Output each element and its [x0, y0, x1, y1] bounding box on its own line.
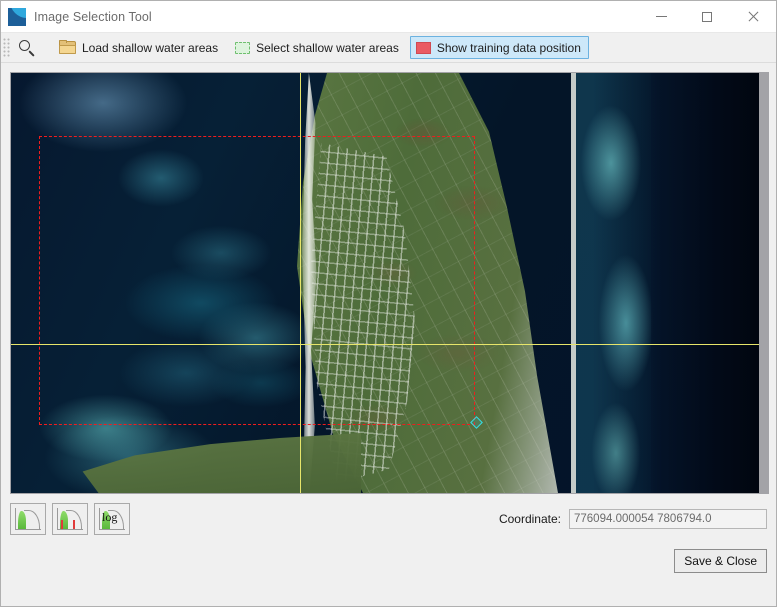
coordinate-group: Coordinate: [499, 509, 767, 529]
maximize-button[interactable] [684, 1, 730, 32]
green-selection-box-icon [235, 41, 251, 54]
toolbar-item-select-shallow-water-areas[interactable]: Select shallow water areas [229, 36, 407, 59]
maximize-icon [702, 11, 712, 22]
histogram-linear-button[interactable] [10, 503, 46, 535]
image-viewer-area [1, 63, 776, 494]
close-button[interactable] [730, 1, 776, 32]
minimize-icon [655, 16, 667, 17]
main-toolbar: Load shallow water areas Select shallow … [1, 33, 776, 63]
bottom-controls-row: log Coordinate: [10, 503, 767, 535]
histogram-log-button[interactable]: log [94, 503, 130, 535]
window-title: Image Selection Tool [34, 9, 152, 24]
title-bar: Image Selection Tool [1, 1, 776, 33]
toolbar-item-load-shallow-water-areas[interactable]: Load shallow water areas [53, 36, 226, 59]
image-frame [10, 72, 769, 494]
bottom-panel: log Coordinate: Save & Close [1, 494, 776, 606]
east-ocean-layer [651, 73, 759, 493]
histogram-icon [15, 508, 41, 530]
window-controls [638, 1, 776, 32]
satellite-image[interactable] [11, 73, 759, 493]
toolbar-item-show-training-data-position[interactable]: Show training data position [409, 36, 589, 59]
folder-icon [59, 39, 76, 55]
histogram-markers-button[interactable] [52, 503, 88, 535]
coordinate-label: Coordinate: [498, 512, 561, 526]
zoom-tool-button[interactable] [12, 36, 50, 59]
toolbar-item-label: Select shallow water areas [256, 40, 399, 55]
coordinate-input[interactable] [569, 509, 767, 529]
log-label: log [102, 510, 118, 524]
save-and-close-button[interactable]: Save & Close [674, 549, 767, 573]
toolbar-item-label: Load shallow water areas [82, 40, 219, 55]
app-logo-icon [8, 7, 26, 26]
search-icon [18, 39, 36, 57]
red-box-icon [415, 41, 431, 54]
toolbar-grip-handle[interactable] [3, 37, 10, 58]
histogram-log-icon: log [99, 508, 125, 530]
dialog-actions-row: Save & Close [10, 549, 767, 573]
minimize-button[interactable] [638, 1, 684, 32]
histogram-with-markers-icon [57, 508, 83, 530]
image-selection-tool-window: Image Selection Tool Load shallow water … [0, 0, 777, 607]
close-icon [747, 11, 759, 23]
toolbar-item-label: Show training data position [436, 40, 581, 55]
